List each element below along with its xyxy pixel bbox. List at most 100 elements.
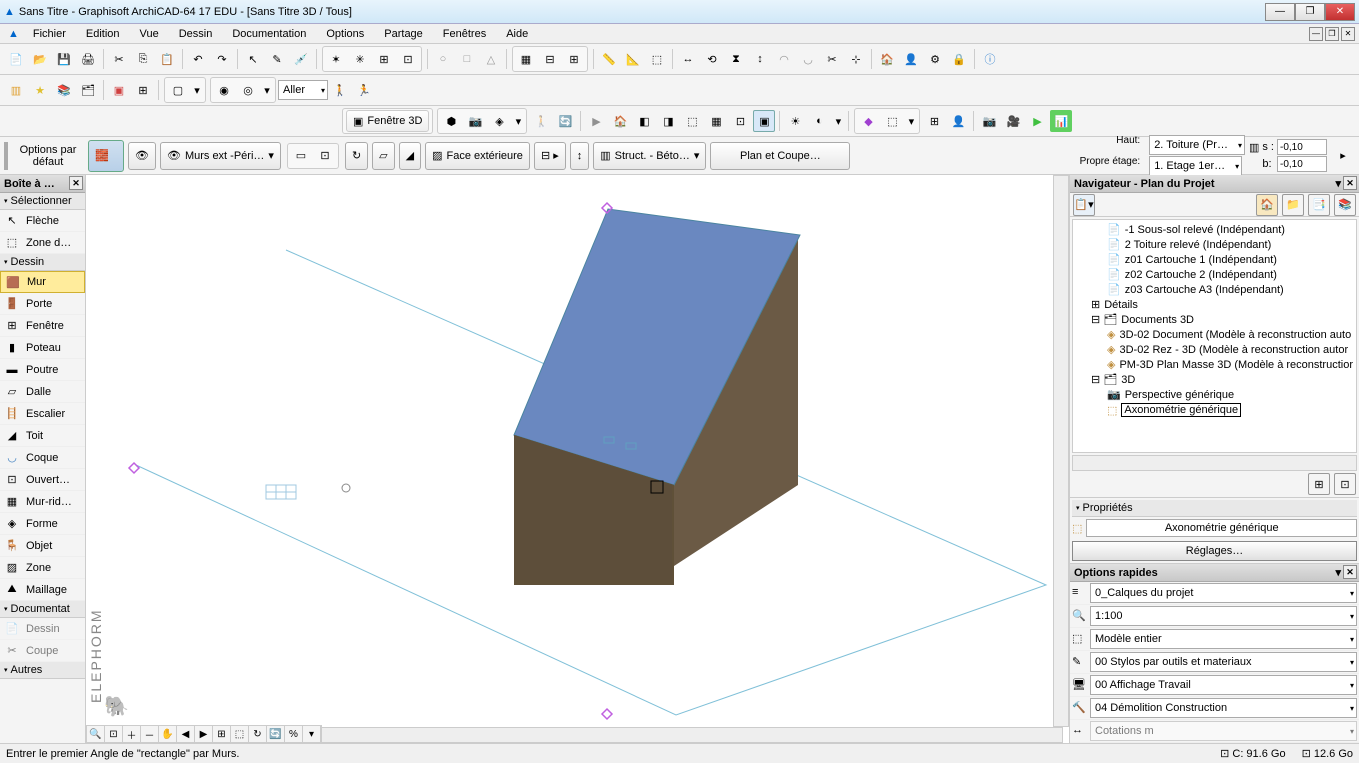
tree-item[interactable]: ⊟ 🗂Documents 3D xyxy=(1075,312,1354,327)
tree-item[interactable]: 📄-1 Sous-sol relevé (Indépendant) xyxy=(1075,222,1354,237)
render-settings-button[interactable]: ⊞ xyxy=(923,110,945,132)
ruler2-button[interactable]: 📐 xyxy=(622,48,644,70)
print-button[interactable]: 🖨 xyxy=(77,48,99,70)
help-icon[interactable]: ⓘ xyxy=(979,48,1001,70)
zoom-all-button[interactable]: ⬚ xyxy=(231,726,249,742)
zoom-next-button[interactable]: ▶ xyxy=(195,726,213,742)
nav-project-button[interactable]: 📋▾ xyxy=(1073,194,1095,216)
geom1-button[interactable]: ▭ xyxy=(290,145,312,167)
nav-tab2-button[interactable]: 📁 xyxy=(1282,194,1304,216)
geom3-button[interactable]: ↻ xyxy=(345,142,368,170)
s-input[interactable] xyxy=(1277,139,1327,155)
tool-mesh[interactable]: ⛰Maillage xyxy=(0,579,85,601)
vertical-scrollbar[interactable] xyxy=(1053,175,1069,727)
zoom-out-button[interactable]: － xyxy=(141,726,159,742)
scale-button[interactable]: % xyxy=(285,726,303,742)
ruler-button[interactable]: 📏 xyxy=(598,48,620,70)
section-select[interactable]: Sélectionner xyxy=(0,193,85,210)
snap4-button[interactable]: ⊡ xyxy=(397,48,419,70)
tool-drawing[interactable]: 📄Dessin xyxy=(0,618,85,640)
render2-button[interactable]: ⬚ xyxy=(881,110,903,132)
walk-button[interactable]: 🚶 xyxy=(329,79,351,101)
teamwork2-button[interactable]: 👤 xyxy=(900,48,922,70)
shadow-button[interactable]: ◐ xyxy=(808,110,830,132)
snap1-button[interactable]: ✶ xyxy=(325,48,347,70)
view5-button[interactable]: ⊡ xyxy=(729,110,751,132)
section-more[interactable]: Autres xyxy=(0,662,85,679)
move-button[interactable]: ↔ xyxy=(677,48,699,70)
tree-item[interactable]: 📄z02 Cartouche 2 (Indépendant) xyxy=(1075,267,1354,282)
go-to-dropdown[interactable]: Aller xyxy=(278,80,328,100)
tool-morph[interactable]: ◈Forme xyxy=(0,513,85,535)
props-header[interactable]: Propriétés xyxy=(1072,500,1357,517)
xref-button[interactable]: ⊞ xyxy=(132,79,154,101)
nav-action2-button[interactable]: ⊡ xyxy=(1334,473,1356,495)
tool-arrow[interactable]: ↖Flèche xyxy=(0,210,85,232)
paste-button[interactable]: 📋 xyxy=(156,48,178,70)
navigator-tree[interactable]: 📄-1 Sous-sol relevé (Indépendant) 📄2 Toi… xyxy=(1072,219,1357,453)
view-drop-button[interactable]: ▾ xyxy=(303,726,321,742)
menu-fenetres[interactable]: Fenêtres xyxy=(433,26,496,42)
tree-h-scrollbar[interactable] xyxy=(1072,455,1357,471)
camera2-button[interactable]: 🎥 xyxy=(1002,110,1024,132)
tool-opening[interactable]: ⊡Ouvert… xyxy=(0,469,85,491)
mirror-button[interactable]: ⧗ xyxy=(725,48,747,70)
camera-button[interactable]: 📷 xyxy=(978,110,1000,132)
menu-documentation[interactable]: Documentation xyxy=(222,26,316,42)
nav-tab3-button[interactable]: 📑 xyxy=(1308,194,1330,216)
tool-column[interactable]: ▮Poteau xyxy=(0,337,85,359)
geom2-button[interactable]: ⊡ xyxy=(314,145,336,167)
default-options-label[interactable]: Options par défaut xyxy=(12,144,84,168)
record-button[interactable]: ▶ xyxy=(1026,110,1048,132)
pick-button[interactable]: ↖ xyxy=(242,48,264,70)
grid2-button[interactable]: ⊟ xyxy=(539,48,561,70)
view2-button[interactable]: ◨ xyxy=(657,110,679,132)
cube-icon[interactable]: ⬚ xyxy=(646,48,668,70)
teamwork4-button[interactable]: 🔒 xyxy=(948,48,970,70)
person-view-button[interactable]: 👤 xyxy=(947,110,969,132)
wall-tool-preview[interactable]: 🧱 xyxy=(88,140,124,172)
props-name-input[interactable] xyxy=(1086,519,1357,537)
surface-dropdown[interactable]: ▨ Face extérieure xyxy=(425,142,530,170)
mdi-close-button[interactable]: ✕ xyxy=(1341,27,1355,41)
attributes-button[interactable]: 🗂 xyxy=(77,79,99,101)
zoom-fit-button[interactable]: ⊞ xyxy=(213,726,231,742)
menu-fichier[interactable]: Fichier xyxy=(23,26,76,42)
info-expand-button[interactable]: ▸ xyxy=(1332,145,1354,167)
view-opts2-button[interactable]: ◉ xyxy=(213,79,235,101)
geom4-button[interactable]: ▱ xyxy=(372,142,394,170)
height-button[interactable]: ↕ xyxy=(570,142,590,170)
eyedropper-button[interactable]: 💉 xyxy=(290,48,312,70)
redo-button[interactable]: ↷ xyxy=(211,48,233,70)
save-button[interactable]: 💾 xyxy=(53,48,75,70)
tool-marquee[interactable]: ⬚Zone d… xyxy=(0,232,85,254)
grid1-button[interactable]: ▦ xyxy=(515,48,537,70)
section-document[interactable]: Documentat xyxy=(0,601,85,618)
grid3-button[interactable]: ⊞ xyxy=(563,48,585,70)
orientation-button[interactable]: ↻ xyxy=(249,726,267,742)
orbit-button[interactable]: 🔄 xyxy=(554,110,576,132)
menu-partage[interactable]: Partage xyxy=(374,26,433,42)
nav-action1-button[interactable]: ⊞ xyxy=(1308,473,1330,495)
3d-mode1-button[interactable]: ⬢ xyxy=(440,110,462,132)
minimize-button[interactable]: — xyxy=(1265,3,1295,21)
mdi-restore-button[interactable]: ❐ xyxy=(1325,27,1339,41)
render1-button[interactable]: ◆ xyxy=(857,110,879,132)
b-input[interactable] xyxy=(1277,156,1327,172)
quick-pens-dropdown[interactable]: 00 Stylos par outils et materiaux xyxy=(1090,652,1357,672)
tool-zone[interactable]: ▨Zone xyxy=(0,557,85,579)
walk2-button[interactable]: 🚶 xyxy=(530,110,552,132)
menu-edition[interactable]: Edition xyxy=(76,26,130,42)
teamwork1-button[interactable]: 🏠 xyxy=(876,48,898,70)
rotate-button[interactable]: ⟲ xyxy=(701,48,723,70)
tree-item[interactable]: ⊞Détails xyxy=(1075,297,1354,312)
filter1-button[interactable]: ○ xyxy=(432,48,454,70)
measure-button[interactable]: ✎ xyxy=(266,48,288,70)
mdi-minimize-button[interactable]: — xyxy=(1309,27,1323,41)
structure-dropdown[interactable]: ▥ Struct. - Béto… ▾ xyxy=(593,142,706,170)
tool-window[interactable]: ⊞Fenêtre xyxy=(0,315,85,337)
hotlink-button[interactable]: ▣ xyxy=(108,79,130,101)
geom5-button[interactable]: ◢ xyxy=(399,142,421,170)
cut-button[interactable]: ✂ xyxy=(108,48,130,70)
home-view-button[interactable]: 🏠 xyxy=(609,110,631,132)
